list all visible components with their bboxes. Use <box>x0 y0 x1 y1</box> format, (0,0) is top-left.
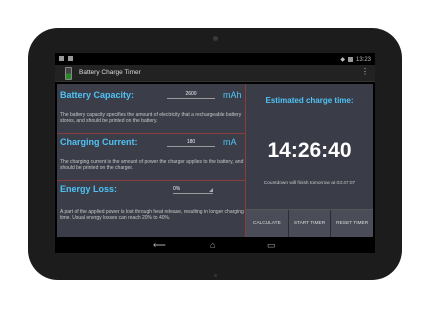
capacity-section: Battery Capacity: 2600 mAh The battery c… <box>57 84 245 134</box>
clock: 13:23 <box>355 56 371 63</box>
input-panel: Battery Capacity: 2600 mAh The battery c… <box>57 84 245 237</box>
home-icon[interactable]: ⌂ <box>210 240 215 250</box>
current-section: Charging Current: 180 mA The charging cu… <box>57 134 245 181</box>
capacity-label: Battery Capacity: <box>60 90 135 100</box>
microphone <box>214 274 217 277</box>
capacity-unit: mAh <box>223 90 242 100</box>
charge-time-display: 14:26:40 <box>267 139 352 162</box>
current-description: The charging current is the amount of po… <box>60 159 244 171</box>
current-label: Charging Current: <box>60 137 138 147</box>
overflow-menu-icon[interactable]: ⋮ <box>361 68 369 76</box>
status-right: ◆ 13:23 <box>340 56 371 64</box>
calculate-button[interactable]: CALCULATE <box>246 210 288 238</box>
dropdown-arrow-icon <box>209 188 213 192</box>
current-input[interactable]: 180 <box>167 138 215 147</box>
result-panel: Estimated charge time: 14:26:40 Countdow… <box>246 84 374 238</box>
wifi-icon: ◆ <box>340 57 345 63</box>
countdown-text: Countdown will finish tomorrow at 03:47:… <box>263 181 356 186</box>
navigation-bar: ⟵ ⌂ ▭ <box>55 237 375 253</box>
reset-timer-button[interactable]: RESET TIMER <box>330 210 374 238</box>
current-unit: mA <box>223 137 237 147</box>
battery-app-icon <box>65 67 72 80</box>
estimated-charge-label: Estimated charge time: <box>265 96 354 105</box>
screen: ◆ 13:23 Battery Charge Timer ⋮ Battery C… <box>55 53 375 253</box>
capacity-input[interactable]: 2600 <box>167 90 215 99</box>
status-bar: ◆ 13:23 <box>55 53 375 65</box>
energy-loss-dropdown[interactable]: 0% <box>173 185 213 194</box>
energy-loss-section: Energy Loss: 0% A part of the applied po… <box>57 181 245 237</box>
notification-icon <box>67 56 73 61</box>
start-timer-button[interactable]: START TIMER <box>287 210 331 238</box>
back-icon[interactable]: ⟵ <box>153 240 166 250</box>
button-bar: CALCULATE START TIMER RESET TIMER <box>246 209 374 238</box>
main-content: Battery Capacity: 2600 mAh The battery c… <box>57 84 374 238</box>
tablet-frame: ◆ 13:23 Battery Charge Timer ⋮ Battery C… <box>28 28 402 280</box>
camera <box>213 36 218 41</box>
battery-icon <box>347 57 353 62</box>
action-bar: Battery Charge Timer ⋮ <box>55 65 375 82</box>
notification-icons <box>59 56 73 63</box>
energy-loss-label: Energy Loss: <box>60 184 118 194</box>
app-title: Battery Charge Timer <box>79 69 141 76</box>
recents-icon[interactable]: ▭ <box>267 240 276 250</box>
energy-loss-value: 0% <box>173 186 181 192</box>
energy-loss-description: A part of the applied power is lost thro… <box>60 209 244 221</box>
capacity-description: The battery capacity specifies the amoun… <box>60 112 242 124</box>
notification-icon <box>59 56 64 61</box>
